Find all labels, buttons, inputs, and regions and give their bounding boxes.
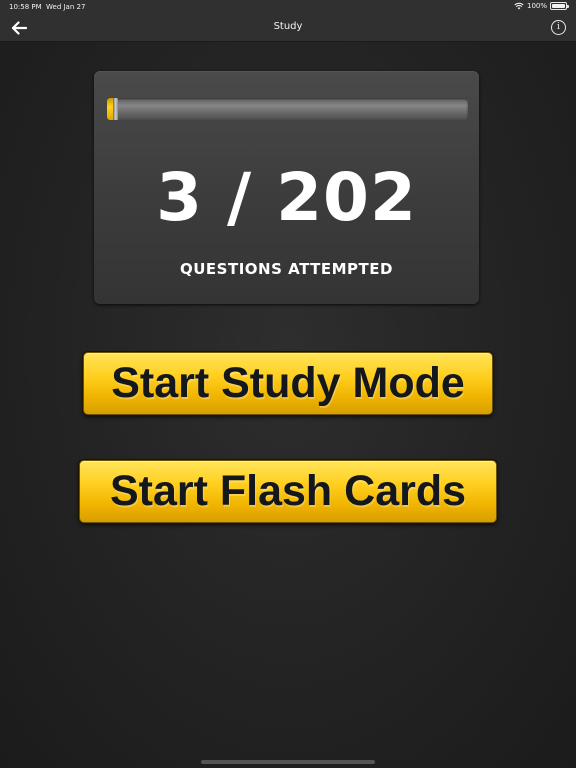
progress-card: 3 / 202 QUESTIONS ATTEMPTED bbox=[94, 71, 479, 304]
info-icon: i bbox=[557, 22, 560, 32]
status-bar: 10:58 PM Wed Jan 27 100% bbox=[0, 0, 576, 14]
progress-knob bbox=[113, 98, 118, 120]
wifi-icon bbox=[514, 2, 524, 10]
page-title: Study bbox=[273, 21, 303, 32]
nav-bar: Study i bbox=[0, 14, 576, 42]
questions-caption: QUESTIONS ATTEMPTED bbox=[180, 260, 393, 278]
battery-icon bbox=[550, 2, 569, 10]
start-study-mode-button[interactable]: Start Study Mode bbox=[83, 352, 493, 415]
home-indicator bbox=[201, 760, 375, 764]
info-button[interactable]: i bbox=[551, 20, 566, 35]
status-date: Wed Jan 27 bbox=[46, 3, 86, 11]
questions-count: 3 / 202 bbox=[156, 159, 417, 236]
start-study-mode-label: Start Study Mode bbox=[111, 359, 465, 407]
progress-bar bbox=[107, 98, 468, 120]
start-flash-cards-label: Start Flash Cards bbox=[109, 467, 467, 515]
status-indicators: 100% bbox=[514, 2, 569, 10]
battery-percent: 100% bbox=[526, 2, 547, 10]
status-time: 10:58 PM bbox=[9, 3, 42, 11]
start-flash-cards-button[interactable]: Start Flash Cards bbox=[79, 460, 497, 523]
